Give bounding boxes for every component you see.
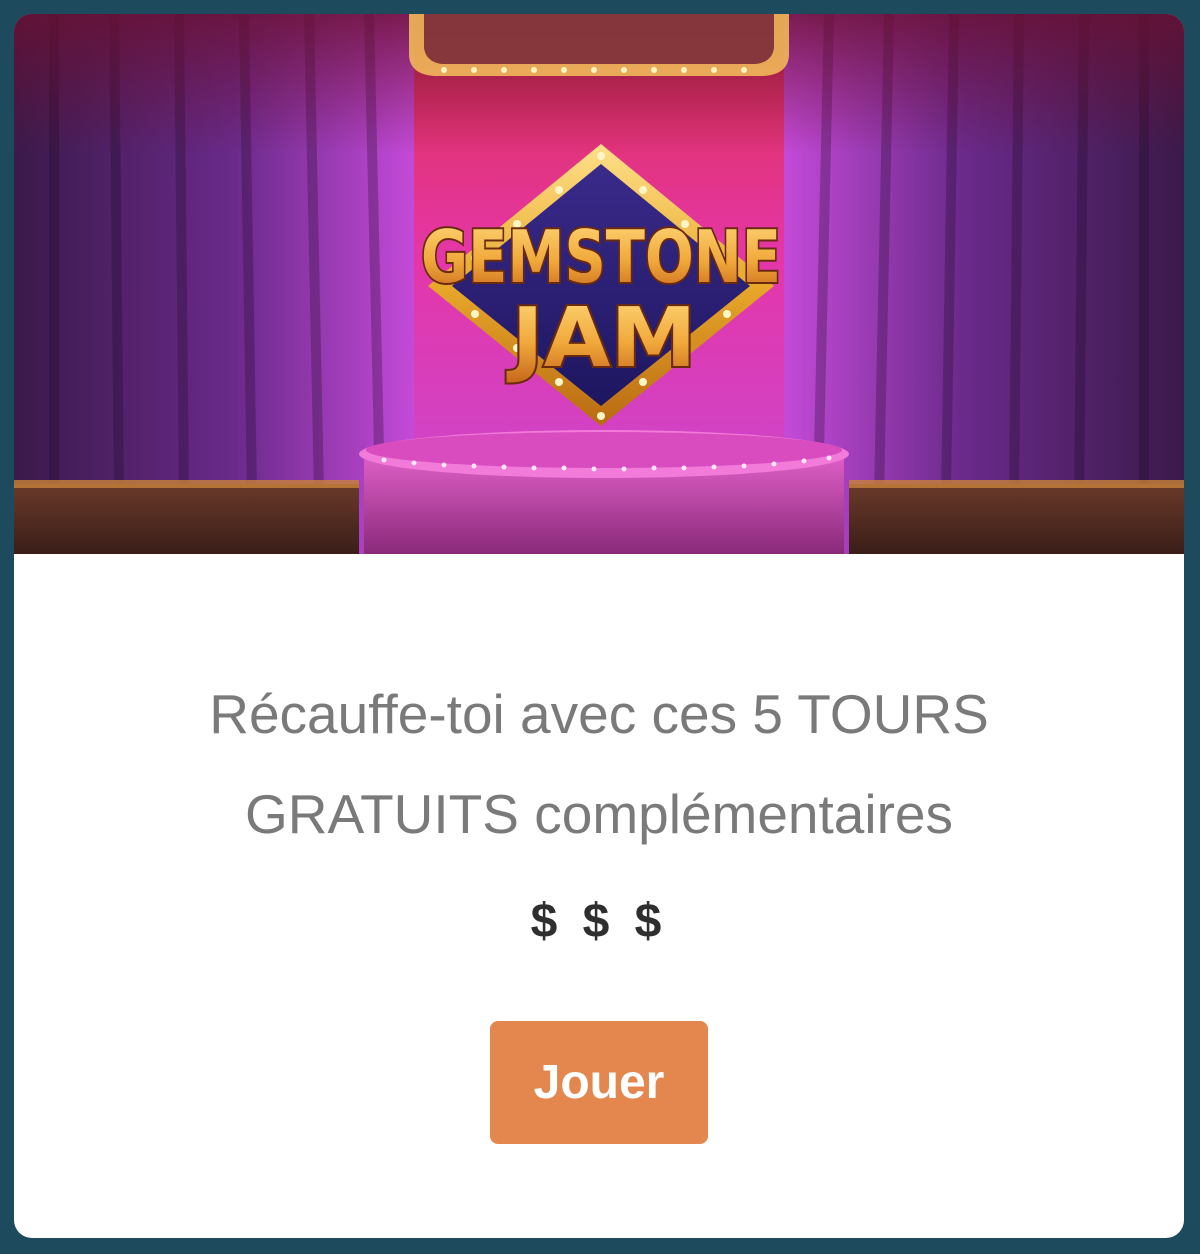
game-logo-line1: GEMSTONE xyxy=(421,215,781,299)
offer-headline-line1: Récauffe-toi avec ces 5 TOURS xyxy=(209,683,989,745)
promo-card: GEMSTONE JAM Récauffe-toi avec ces 5 TOU… xyxy=(14,14,1184,1238)
price-level-indicator: $ $ $ xyxy=(530,895,668,948)
play-button[interactable]: Jouer xyxy=(490,1021,708,1144)
offer-headline: Récauffe-toi avec ces 5 TOURS GRATUITS c… xyxy=(124,664,1074,864)
page: GEMSTONE JAM Récauffe-toi avec ces 5 TOU… xyxy=(0,0,1200,1254)
offer-headline-line2: GRATUITS complémentaires xyxy=(244,783,954,845)
game-banner-image[interactable]: GEMSTONE JAM xyxy=(14,14,1184,554)
game-logo-line2: JAM xyxy=(506,291,696,386)
